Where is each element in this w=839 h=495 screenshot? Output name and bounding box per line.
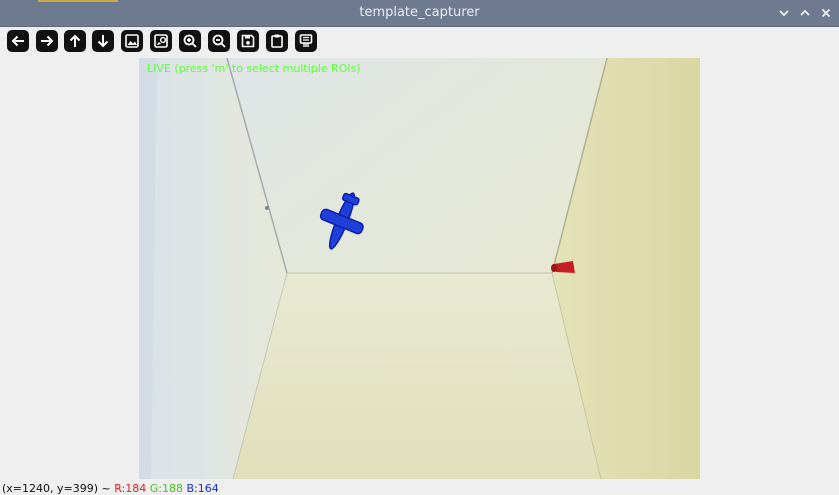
zoom-in-button[interactable] [179, 30, 201, 52]
pixel-blue-value: B:164 [186, 482, 219, 495]
window-titlebar[interactable]: template_capturer [0, 0, 839, 27]
image-icon [125, 34, 139, 48]
properties-button[interactable] [295, 30, 317, 52]
clipboard-icon [271, 34, 283, 48]
properties-icon [299, 34, 313, 47]
image-zoom-icon [154, 34, 168, 48]
titlebar-accent [38, 0, 118, 2]
camera-frame[interactable]: LIVE (press 'm' to select multiple ROIs) [139, 58, 700, 479]
camera-image [139, 58, 700, 479]
minimize-button[interactable] [776, 5, 792, 21]
pixel-green-value: G:188 [149, 482, 183, 495]
arrow-up-icon [69, 34, 81, 47]
copy-button[interactable] [266, 30, 288, 52]
zoom-original-button[interactable] [150, 30, 172, 52]
live-overlay-text: LIVE (press 'm' to select multiple ROIs) [147, 62, 361, 75]
save-icon [241, 34, 255, 48]
chevron-down-icon [779, 10, 789, 17]
chevron-up-icon [800, 9, 810, 16]
arrow-down-icon [97, 35, 109, 48]
pan-right-button[interactable] [36, 30, 58, 52]
pan-down-button[interactable] [92, 30, 114, 52]
arrow-right-icon [41, 35, 54, 47]
maximize-button[interactable] [797, 5, 813, 21]
zoom-out-icon [212, 34, 226, 48]
pan-up-button[interactable] [64, 30, 86, 52]
close-button[interactable] [818, 5, 834, 21]
window-title: template_capturer [359, 5, 480, 20]
zoom-in-icon [183, 34, 197, 48]
cursor-coordinates: (x=1240, y=399) ~ [2, 482, 111, 495]
status-bar: (x=1240, y=399) ~ R:184 G:188 B:164 [2, 482, 219, 495]
arrow-left-icon [11, 35, 24, 47]
pan-left-button[interactable] [7, 30, 29, 52]
zoom-out-button[interactable] [208, 30, 230, 52]
close-icon [821, 8, 831, 18]
save-button[interactable] [237, 30, 259, 52]
toolbar [0, 28, 839, 56]
pixel-red-value: R:184 [114, 482, 147, 495]
zoom-reset-button[interactable] [121, 30, 143, 52]
